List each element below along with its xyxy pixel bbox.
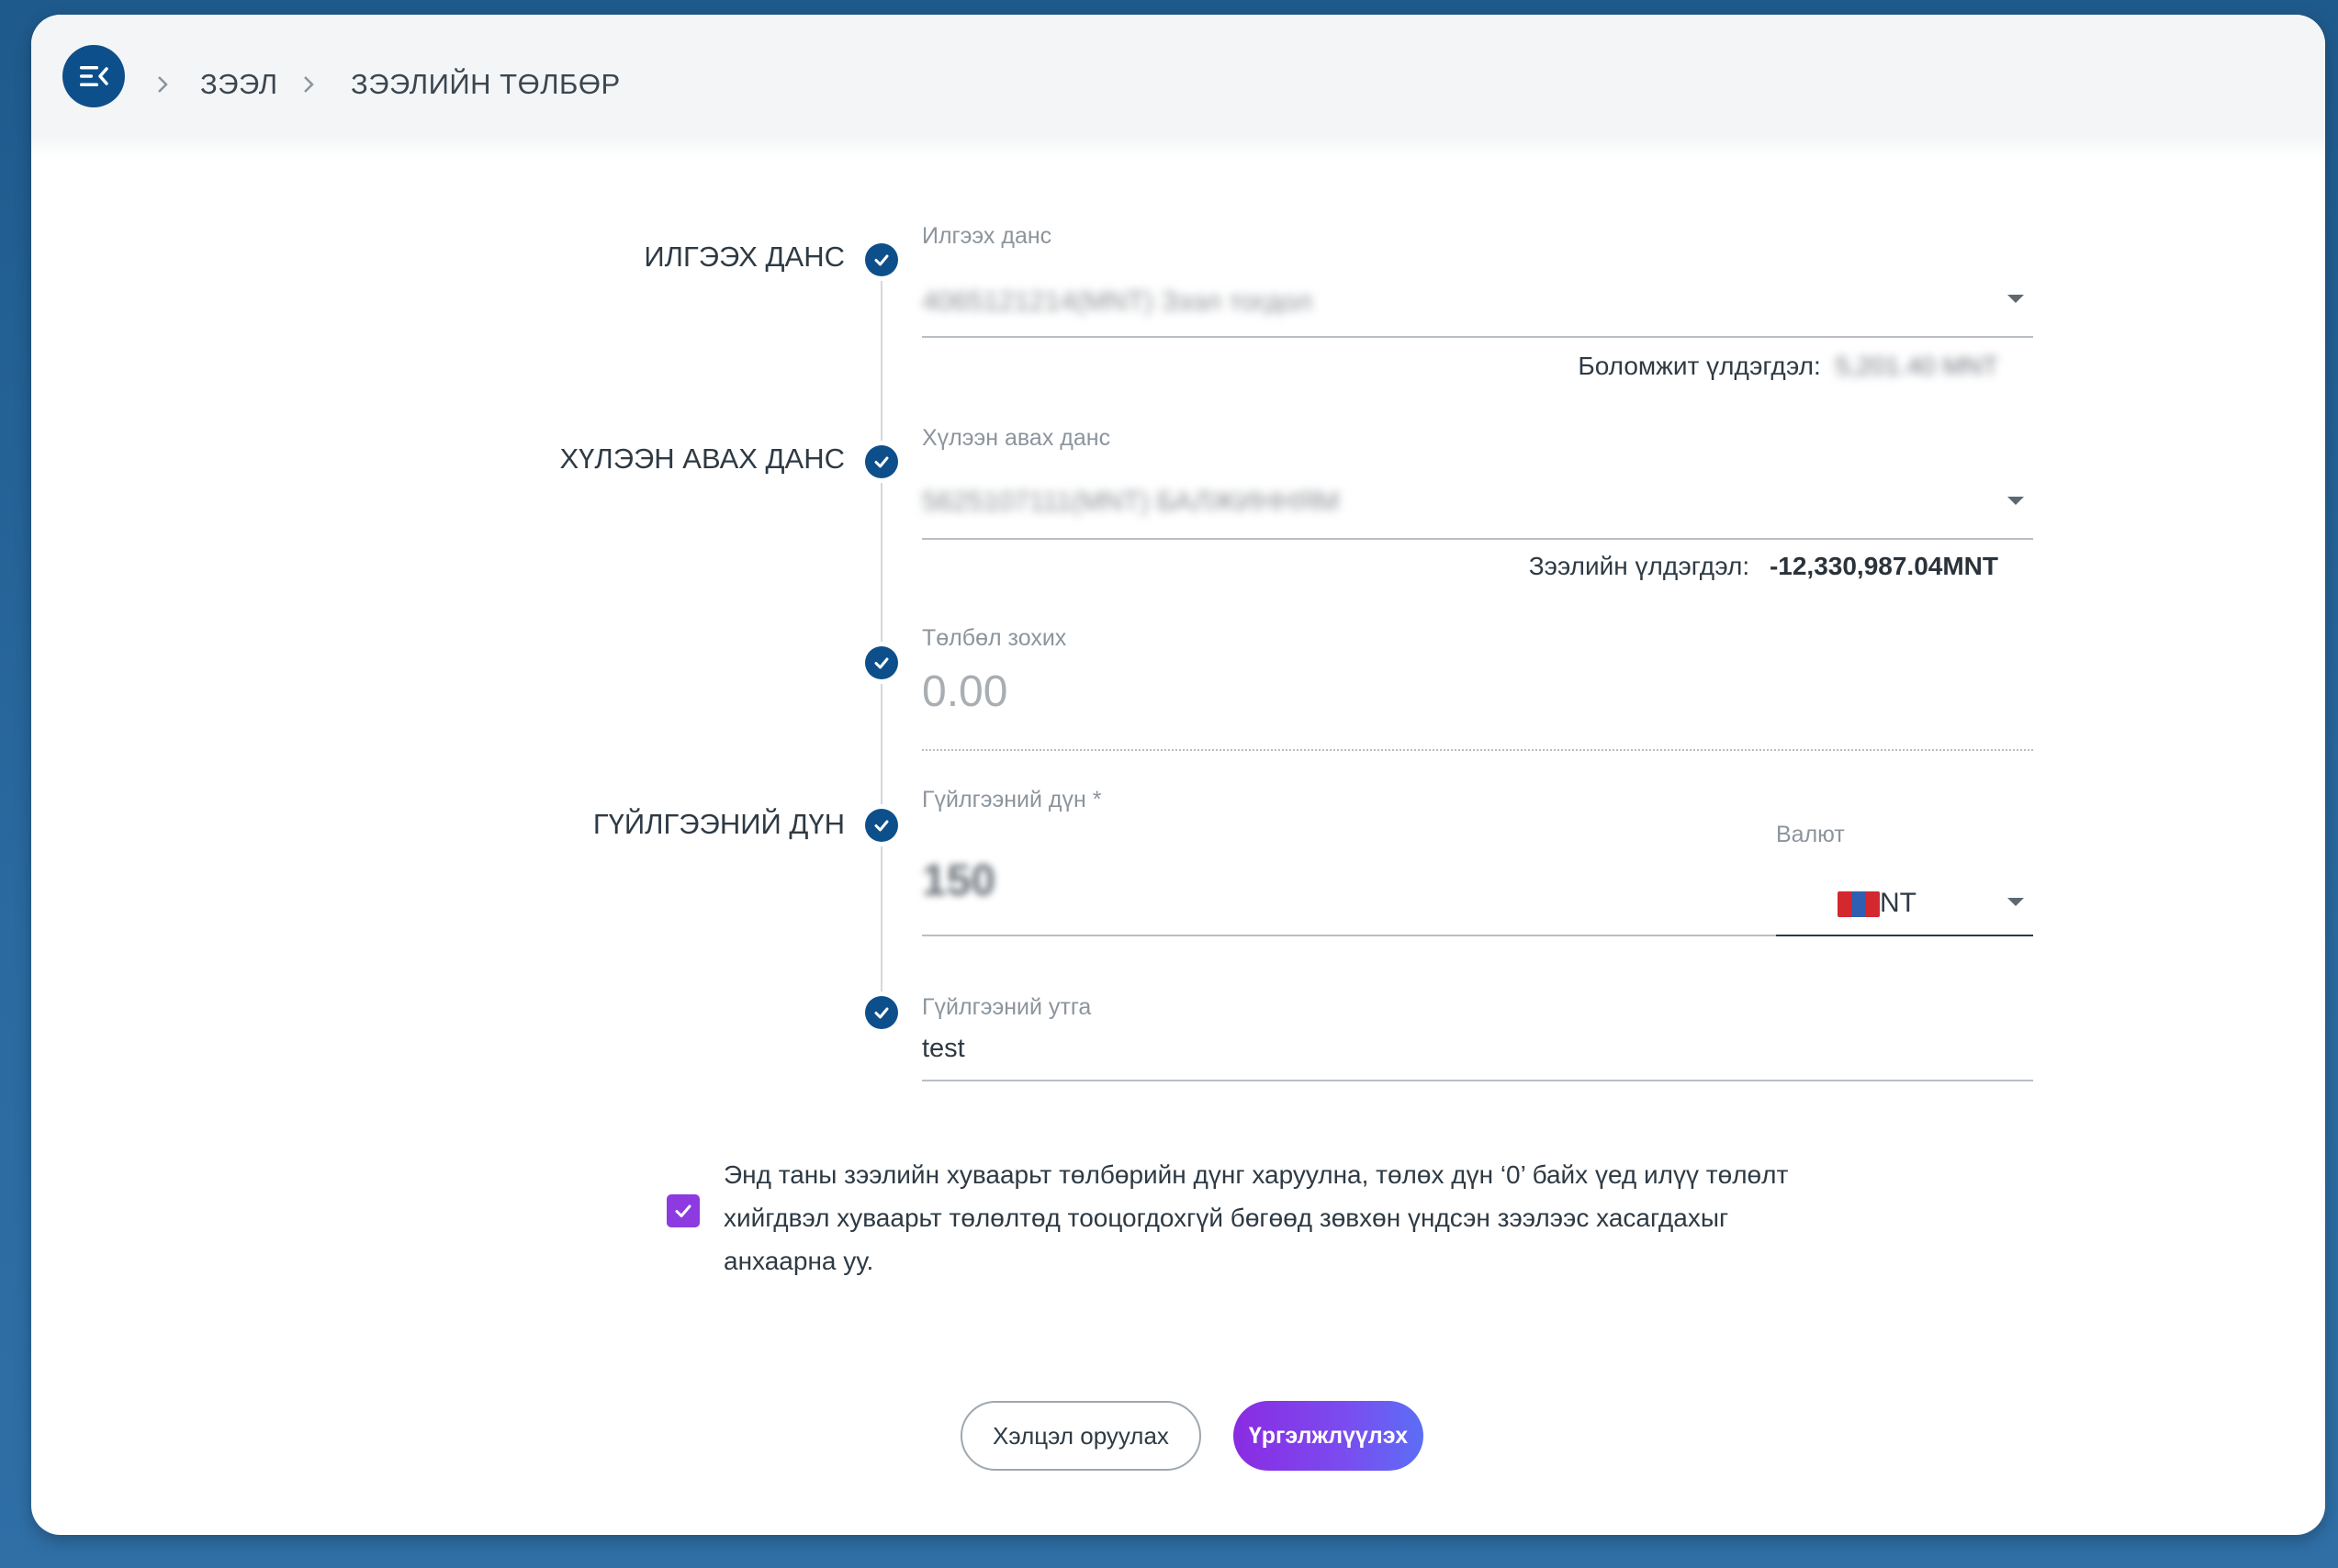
currency-select[interactable]: Валют MNT: [1776, 813, 2033, 942]
loan-balance-value: -12,330,987.04MNT: [1769, 552, 1998, 580]
mongolia-flag-icon: [1838, 891, 1880, 917]
payable-value: 0.00: [922, 667, 1008, 716]
check-circle-icon: [874, 456, 889, 468]
available-balance-label: Боломжит үлдэгдэл:: [1578, 352, 1821, 380]
loan-balance-label: Зээлийн үлдэгдэл:: [1528, 552, 1750, 580]
chevron-right-icon: [304, 76, 314, 93]
description-label: Гүйлгээний утга: [922, 994, 1092, 1020]
step-check-amount: [860, 804, 903, 846]
description-value[interactable]: test: [922, 1032, 965, 1065]
from-account-label: Илгээх данс: [922, 223, 1052, 249]
menu-collapse-icon: [80, 66, 108, 86]
check-circle-icon: [874, 254, 889, 266]
currency-label: Валют: [1776, 822, 1845, 847]
from-account-select[interactable]: Илгээх данс 4065121214(MNT) Зээл тогдол: [922, 222, 2033, 342]
to-account-label: Хүлээн авах данс: [922, 425, 1111, 451]
from-account-value: 4065121214(MNT) Зээл тогдол: [922, 286, 1312, 317]
chevron-right-icon: [158, 76, 168, 93]
section-label-amount: ГҮЙЛГЭЭНИЙ ДҮН: [592, 808, 845, 840]
main-card: ЗЭЭЛ ЗЭЭЛИЙН ТӨЛБӨР ИЛГЭЭХ ДАНС ХҮЛЭЭН А…: [31, 15, 2325, 1535]
loan-balance: Зээлийн үлдэгдэл: -12,330,987.04MNT: [1529, 551, 1998, 582]
step-check-from-account: [860, 239, 903, 281]
step-check-description: [860, 991, 903, 1034]
payable-field: Төлбөл зохих 0.00: [922, 624, 2033, 753]
breadcrumb-item-loan-payment: ЗЭЭЛИЙН ТӨЛБӨР: [351, 68, 621, 100]
notice-checkbox[interactable]: [667, 1194, 700, 1227]
payable-label: Төлбөл зохих: [922, 625, 1067, 651]
check-circle-icon: [874, 1007, 889, 1019]
available-balance-value: 5,201.40 MNT: [1835, 352, 1998, 380]
breadcrumb-item-loan[interactable]: ЗЭЭЛ: [200, 68, 278, 101]
available-balance: Боломжит үлдэгдэл: 5,201.40 MNT: [1578, 351, 1998, 382]
add-agreement-button[interactable]: Хэлцэл оруулах: [961, 1401, 1201, 1471]
section-label-from-account: ИЛГЭЭХ ДАНС: [644, 241, 845, 273]
caret-down-icon[interactable]: [2007, 295, 2024, 303]
notice-text: Энд таны зээлийн хуваарьт төлбөрийн дүнг…: [724, 1160, 1789, 1275]
continue-button[interactable]: Үргэлжлүүлэх: [1233, 1401, 1423, 1471]
menu-toggle-button[interactable]: [62, 45, 125, 107]
step-check-to-account: [860, 441, 903, 483]
to-account-select[interactable]: Хүлээн авах данс 5625107111(MNT) БАЛЖИНН…: [922, 424, 2033, 543]
amount-label: Гүйлгээний дүн *: [922, 787, 1102, 812]
caret-down-icon[interactable]: [2007, 898, 2024, 906]
amount-value[interactable]: 150: [922, 856, 995, 906]
check-circle-icon: [874, 820, 889, 832]
section-label-to-account: ХҮЛЭЭН АВАХ ДАНС: [559, 442, 845, 475]
description-input[interactable]: Гүйлгээний утга test: [922, 993, 2033, 1085]
checkmark-icon: [675, 1204, 691, 1217]
step-check-payable: [860, 642, 903, 684]
to-account-value: 5625107111(MNT) БАЛЖИННЯМ: [922, 487, 1340, 517]
caret-down-icon[interactable]: [2007, 497, 2024, 505]
check-circle-icon: [874, 657, 889, 669]
